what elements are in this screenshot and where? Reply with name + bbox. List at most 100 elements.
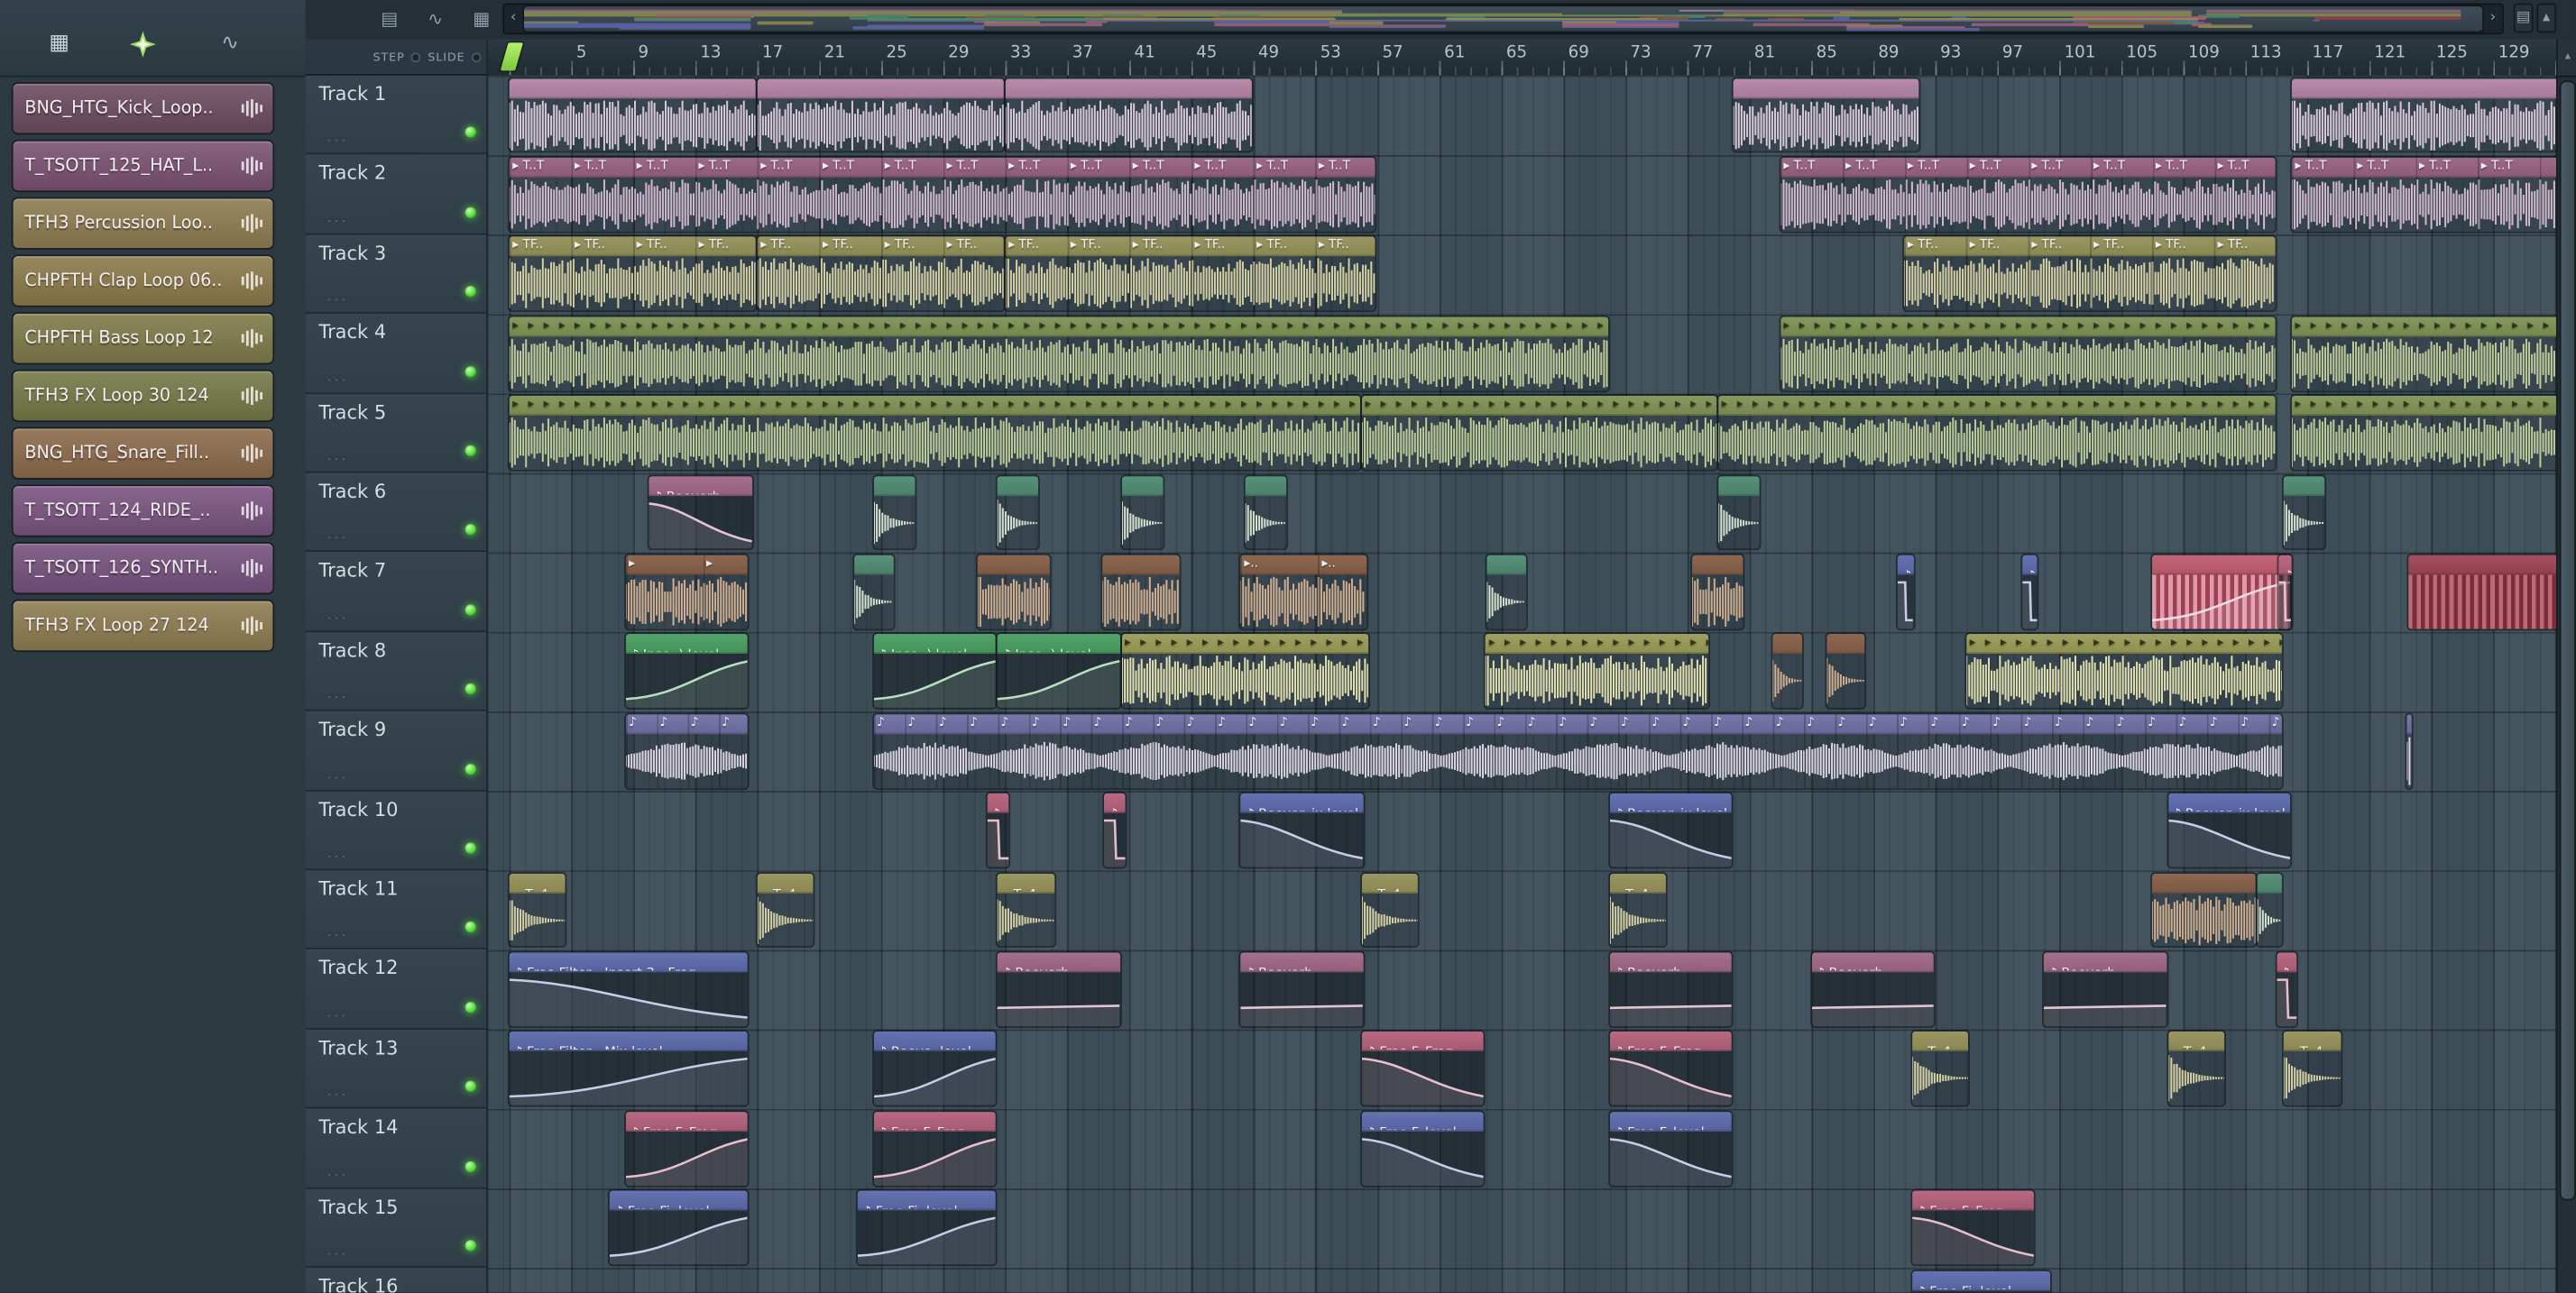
audio-clip[interactable]: ♪ ♪ ♪ ♪ [625, 713, 749, 788]
audio-clip[interactable]: ▸ [2258, 873, 2283, 947]
automation-clip[interactable]: ♪ Free Fi..level [610, 1190, 749, 1265]
audio-clip[interactable]: ▸ TF.. ▸ TF.. ▸ TF.. ▸ TF.. [509, 236, 756, 311]
vertical-scrollbar[interactable]: ▴ [2556, 39, 2576, 1293]
automation-clip[interactable]: ♪ Reever..ix level [2167, 793, 2291, 867]
track-mute-led[interactable] [465, 683, 477, 695]
track-header[interactable]: Track 16... [305, 1268, 487, 1293]
track-header[interactable]: Track 8... [305, 631, 487, 712]
overview-handle[interactable] [524, 6, 2483, 32]
audio-clip[interactable] [1005, 78, 1252, 152]
automation-clip[interactable]: ♪ [986, 793, 1008, 867]
audio-clip[interactable]: ▸ T..4 [2167, 1032, 2225, 1106]
track-header[interactable]: Track 12... [305, 949, 487, 1030]
automation-clip[interactable]: ♪ [2276, 952, 2296, 1026]
step-led[interactable] [411, 51, 421, 62]
track-mute-led[interactable] [465, 1240, 477, 1252]
track-mute-led[interactable] [465, 763, 477, 775]
automation-clip[interactable]: ♪ Inse..) level [997, 634, 1120, 709]
track-mute-led[interactable] [465, 206, 477, 218]
audio-clip[interactable] [2407, 555, 2557, 629]
audio-clip[interactable]: ▸ [977, 555, 1051, 629]
audio-clip[interactable]: ▸.. ▸.. [1240, 555, 1366, 629]
track-header[interactable]: Track 13... [305, 1029, 487, 1109]
track-header[interactable]: Track 5... [305, 393, 487, 473]
automation-clip[interactable]: ♪ Reever..ix level [1609, 793, 1733, 867]
audio-clip[interactable]: ▸ TF.. ▸ TF.. ▸ TF.. ▸ TF.. ▸ TF.. ▸ TF.. [1904, 236, 2275, 311]
track-header[interactable]: Track 14... [305, 1108, 487, 1188]
clip-source-item[interactable]: T_TSOTT_125_HAT_L.. [13, 141, 273, 191]
audio-clip[interactable]: ▸ [1102, 555, 1179, 629]
audio-clip[interactable]: ▸ T..4 [1609, 873, 1667, 947]
track-mute-led[interactable] [465, 1160, 477, 1172]
audio-clip[interactable] [2291, 78, 2557, 152]
track-header[interactable]: Track 15... [305, 1188, 487, 1269]
audio-clip[interactable]: ▸ ▸ ▸ ▸ ▸ ▸ ▸ ▸ ▸ ▸ ▸ ▸ ▸ ▸ ▸ ▸ ▸ ▸ ▸ ▸ ▸ ▸ ▸ [1361, 396, 1717, 470]
clip-source-item[interactable]: CHPFTH Bass Loop 12 [13, 313, 273, 363]
audio-clip[interactable]: ▸ [2284, 475, 2325, 550]
automation-clip[interactable]: ♪ Reeverb.. [1240, 952, 1364, 1026]
audio-clip[interactable]: ▸ [854, 555, 894, 629]
track-mute-led[interactable] [465, 1001, 477, 1013]
slide-led[interactable] [471, 51, 482, 62]
track-header[interactable]: Track 1... [305, 75, 487, 155]
audio-clip[interactable] [2152, 873, 2257, 947]
audio-clip[interactable]: ▸▸▸▸▸▸▸▸▸▸▸▸▸▸▸▸▸▸ [2291, 396, 2557, 470]
audio-clip[interactable] [2406, 713, 2412, 788]
automation-clip[interactable]: ♪ [1104, 793, 1127, 867]
audio-clip[interactable]: ▸ ▸ ▸ ▸ ▸ ▸ ▸ ▸ ▸ ▸ ▸ ▸ ▸ ▸ ▸ ▸ ▸ ▸ ▸ ▸ ▸ ▸ ▸ ▸ ▸ ▸ ▸ ▸ ▸ ▸ ▸ ▸ ▸ ▸ ▸ ▸ [1718, 396, 2275, 470]
track-mute-led[interactable] [465, 922, 477, 934]
track-header[interactable]: Track 7... [305, 552, 487, 632]
audio-clip[interactable]: ▸ T..T ▸ T..T ▸ T..T ▸ T..T ▸ T..T ▸ T..T ▸ T.… [1780, 157, 2275, 232]
clip-source-item[interactable]: T_TSOTT_124_RIDE_.. [13, 486, 273, 536]
audio-clip[interactable]: ▸ [1772, 634, 1802, 709]
playlist-tool-icon-1[interactable]: ▤ [374, 5, 404, 34]
audio-clip[interactable]: ▸ TF.. ▸ TF.. ▸ TF.. ▸ TF.. ▸ TF.. ▸ TF.. [1005, 236, 1376, 311]
audio-clip[interactable]: ▸ [1718, 475, 1760, 550]
automation-clip[interactable]: ♪ [2021, 555, 2038, 629]
scroll-up-icon[interactable]: ▴ [2536, 3, 2557, 33]
vertical-scrollbar-handle[interactable] [2560, 82, 2574, 1199]
scroll-right-icon[interactable]: › [2484, 5, 2502, 32]
audio-clip[interactable]: ▸ T..4 [757, 873, 814, 947]
audio-clip[interactable]: ▸ [1691, 555, 1743, 629]
audio-clip[interactable]: ▸ ▸ ▸ ▸ ▸ ▸ ▸ ▸ ▸ ▸ ▸ ▸ ▸ ▸ ▸ [1486, 634, 1709, 709]
audio-clip[interactable]: ▸ T..T ▸ T..T ▸ T..T ▸ T..T ▸ T..T ▸ T..T ▸ T.… [509, 157, 1376, 232]
audio-clip[interactable]: ▸ T..4 [1911, 1032, 1969, 1106]
audio-clip[interactable]: ▸ T..4 [1361, 873, 1419, 947]
audio-clip[interactable]: ▸ ▸ ▸ ▸ ▸ ▸ ▸ ▸ ▸ ▸ ▸ ▸ ▸ ▸ ▸ ▸ ▸ ▸ ▸ ▸ ▸ ▸ ▸ ▸ ▸ ▸ ▸ ▸ ▸ ▸ ▸ ▸ [1780, 316, 2275, 390]
automation-clip[interactable]: ♪ Free F..level [1609, 1111, 1733, 1186]
audio-clip[interactable]: ▸ [1245, 475, 1287, 550]
track-mute-led[interactable] [465, 842, 477, 855]
audio-clip[interactable] [509, 78, 756, 152]
track-mute-led[interactable] [465, 445, 477, 457]
scrollbar-corner-icon[interactable]: ▴ [2557, 39, 2576, 78]
audio-clip[interactable]: ▸ T..T ▸ T..T ▸ T..T ▸ T..T [2291, 157, 2557, 232]
audio-clip[interactable]: ▸ ▸ ▸ ▸ ▸ ▸ ▸ ▸ ▸ ▸ ▸ ▸ ▸ ▸ ▸ ▸ ▸ ▸ ▸ ▸ ▸ ▸ ▸ ▸ ▸ ▸ ▸ ▸ ▸ ▸ ▸ ▸ ▸ ▸ ▸ ▸ ▸ ▸ ▸ ▸… [509, 316, 1608, 390]
automation-clip[interactable]: ♪ Inse..) level [873, 634, 997, 709]
automation-clip[interactable]: ♪ Free F..Freq [1361, 1032, 1485, 1106]
audio-clip[interactable]: ▸ [997, 475, 1039, 550]
automation-clip[interactable]: ♪ Free F..Freq [1911, 1190, 2035, 1265]
automation-clip[interactable]: ♪ Free F..Freq [873, 1111, 997, 1186]
automation-clip[interactable]: ♪ Free Filter - Mix level [509, 1032, 749, 1106]
automation-clip[interactable]: ♪ Inse..) level [625, 634, 749, 709]
track-mute-led[interactable] [465, 286, 477, 298]
panel-toggle-icon[interactable]: ▤ [2513, 3, 2534, 33]
track-mute-led[interactable] [465, 603, 477, 616]
playlist-overview-scrollbar[interactable]: ‹ › [502, 3, 2504, 35]
audio-clip[interactable]: ▸ ▸ [625, 555, 749, 629]
automation-clip[interactable]: ♪ Reeverb.. [1609, 952, 1733, 1026]
timeline-ruler[interactable]: 5 9 13 17 21 25 29 33 37 41 45 49 53 57 61 65 69 73 77 81 85… [487, 39, 2557, 78]
clip-source-item[interactable]: BNG_HTG_Kick_Loop.. [13, 83, 273, 133]
track-header[interactable]: Track 9... [305, 711, 487, 792]
track-mute-led[interactable] [465, 126, 477, 139]
audio-clips-tab-icon[interactable] [128, 30, 158, 60]
track-header[interactable]: Track 2... [305, 154, 487, 235]
automation-clip[interactable]: ♪ Reeverb.. [997, 952, 1120, 1026]
audio-clip[interactable]: ▸ TF.. ▸ TF.. ▸ TF.. ▸ TF.. [757, 236, 1004, 311]
playhead-marker[interactable] [500, 42, 524, 71]
audio-clip[interactable]: ▸ T..4 [997, 873, 1054, 947]
automation-clip[interactable]: ♪ Reeverb.. [2043, 952, 2167, 1026]
automation-clip[interactable]: ♪ [2279, 555, 2292, 629]
automation-clip[interactable]: ♪ [1898, 555, 1914, 629]
